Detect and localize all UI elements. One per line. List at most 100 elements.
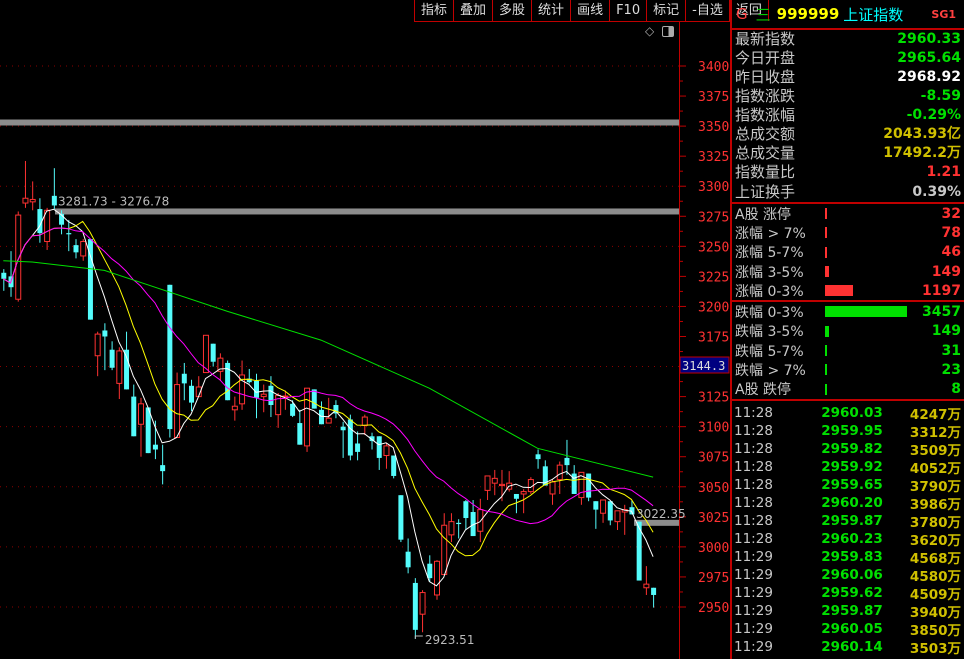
candle-up bbox=[116, 350, 123, 384]
low-label: 2923.51 bbox=[425, 633, 475, 647]
tick-row: 11:28 2959.92 4052万 bbox=[732, 458, 964, 477]
tick-volume: 3503万 bbox=[909, 640, 961, 657]
stat-value: -8.59 bbox=[920, 88, 961, 104]
candle-down bbox=[376, 436, 382, 458]
toolbar-button[interactable]: 叠加 bbox=[453, 0, 492, 21]
candle-down bbox=[210, 343, 216, 362]
breadth-bar bbox=[825, 227, 827, 239]
candle-down bbox=[564, 457, 570, 466]
candle-up bbox=[325, 417, 332, 424]
toolbar-button[interactable]: 指标 bbox=[414, 0, 453, 21]
tick-row: 11:29 2960.05 3850万 bbox=[732, 620, 964, 639]
candle-up bbox=[304, 387, 311, 447]
security-code: 999999 bbox=[776, 5, 840, 23]
tick-volume: 3509万 bbox=[909, 442, 961, 459]
tick-time: 11:29 bbox=[734, 620, 773, 637]
breadth-bar bbox=[825, 364, 827, 376]
breadth-bar bbox=[825, 383, 827, 395]
candle-down bbox=[51, 195, 57, 206]
tick-time: 11:28 bbox=[734, 476, 773, 493]
tick-price: 2959.87 bbox=[821, 602, 883, 619]
candle-up bbox=[614, 510, 621, 523]
tick-volume: 4509万 bbox=[909, 586, 961, 603]
breadth-label: A股 涨停 bbox=[735, 206, 792, 223]
breadth-row: A股 跌停 8 bbox=[732, 380, 964, 399]
kline-chart[interactable]: 3400 3375 3350 3325 3300 3275 3250 3225 3200 3175… bbox=[0, 0, 730, 659]
stat-row: 总成交量 17492.2万 bbox=[732, 144, 964, 163]
candle-down bbox=[102, 330, 108, 337]
candle-up bbox=[260, 393, 267, 398]
y-tick-label: 3025 bbox=[698, 511, 729, 526]
stat-row: 指数涨幅 -0.29% bbox=[732, 106, 964, 125]
stat-row: 总成交额 2043.93亿 bbox=[732, 125, 964, 144]
breadth-label: 涨幅 5-7% bbox=[735, 245, 804, 262]
tick-volume: 4247万 bbox=[909, 406, 961, 423]
y-tick-label: 3225 bbox=[698, 270, 729, 285]
breadth-value: 8 bbox=[951, 381, 961, 398]
candle-up bbox=[484, 475, 491, 491]
y-tick-label: 3200 bbox=[698, 300, 729, 315]
tick-price: 2959.92 bbox=[821, 458, 883, 475]
candle-down bbox=[456, 522, 462, 525]
menu-icon[interactable]: 三 bbox=[756, 4, 771, 25]
candle-up bbox=[383, 445, 390, 457]
toolbar-button[interactable]: -自选 bbox=[685, 0, 729, 21]
tick-row: 11:28 2959.95 3312万 bbox=[732, 422, 964, 441]
candle-down bbox=[593, 501, 599, 510]
tick-time: 11:28 bbox=[734, 494, 773, 511]
tick-list[interactable]: 11:28 2960.03 4247万 11:28 2959.95 3312万 11:28 2… bbox=[732, 401, 964, 657]
y-tick-label: 3350 bbox=[698, 120, 729, 135]
stat-value: 2043.93亿 bbox=[883, 126, 961, 142]
tick-time: 11:29 bbox=[734, 566, 773, 583]
breadth-value: 1197 bbox=[922, 282, 961, 299]
panel-toggle-icon[interactable] bbox=[662, 26, 674, 37]
candle-down bbox=[311, 389, 317, 409]
tick-time: 11:29 bbox=[734, 584, 773, 601]
breadth-label: 跌幅 3-5% bbox=[735, 324, 804, 341]
tick-price: 2959.82 bbox=[821, 440, 883, 457]
toolbar-button[interactable]: 统计 bbox=[531, 0, 570, 21]
y-tick-label: 2975 bbox=[698, 571, 729, 586]
tick-price: 2960.05 bbox=[821, 620, 883, 637]
tick-time: 11:28 bbox=[734, 458, 773, 475]
down-breadth-section: 跌幅 0-3% 3457 跌幅 3-5% 149 跌幅 5-7% 31 跌幅 > 7% 23 A… bbox=[732, 302, 964, 401]
breadth-label: 跌幅 5-7% bbox=[735, 343, 804, 360]
candle-up bbox=[549, 481, 556, 495]
tick-row: 11:29 2960.06 4580万 bbox=[732, 566, 964, 585]
tick-row: 11:29 2959.62 4509万 bbox=[732, 584, 964, 603]
y-tick-label: 3125 bbox=[698, 391, 729, 406]
diamond-icon[interactable]: ◇ bbox=[645, 24, 654, 38]
ma5-line bbox=[3, 208, 654, 587]
cursor-price: 3144.3 bbox=[682, 359, 725, 373]
toolbar-button[interactable]: 画线 bbox=[570, 0, 609, 21]
candle-down bbox=[254, 380, 259, 398]
stats-section: 最新指数 2960.33 今日开盘 2965.64 昨日收盘 2968.92 指数涨跌 -8.… bbox=[732, 30, 964, 204]
y-tick-label: 2950 bbox=[698, 601, 729, 616]
tick-time: 11:29 bbox=[734, 638, 773, 655]
tick-price: 2960.20 bbox=[821, 494, 883, 511]
panel-header: G 三 999999 上证指数 SG1 bbox=[732, 0, 964, 30]
candle-down bbox=[355, 443, 361, 452]
stat-value: 1.21 bbox=[926, 164, 961, 180]
y-tick-label: 3275 bbox=[698, 210, 729, 225]
candle-down bbox=[1, 272, 7, 279]
candle-down bbox=[290, 403, 296, 416]
breadth-label: 跌幅 > 7% bbox=[735, 363, 806, 380]
breadth-value: 3457 bbox=[922, 304, 961, 321]
candle-down bbox=[340, 426, 346, 431]
tick-row: 11:28 2959.65 3790万 bbox=[732, 476, 964, 495]
candle-up bbox=[520, 491, 527, 495]
candle-down bbox=[513, 493, 519, 499]
breadth-label: 跌幅 0-3% bbox=[735, 305, 804, 322]
tick-price: 2959.83 bbox=[821, 548, 883, 565]
breadth-row: 涨幅 5-7% 46 bbox=[732, 243, 964, 262]
toolbar-button[interactable]: 多股 bbox=[492, 0, 531, 21]
tick-time: 11:28 bbox=[734, 440, 773, 457]
level-bar bbox=[0, 119, 679, 126]
candle-down bbox=[586, 473, 592, 498]
candle-up bbox=[80, 241, 87, 257]
stat-row: 指数量比 1.21 bbox=[732, 163, 964, 182]
toolbar-button[interactable]: F10 bbox=[609, 0, 646, 21]
candle-down bbox=[427, 563, 433, 579]
toolbar-button[interactable]: 标记 bbox=[646, 0, 685, 21]
